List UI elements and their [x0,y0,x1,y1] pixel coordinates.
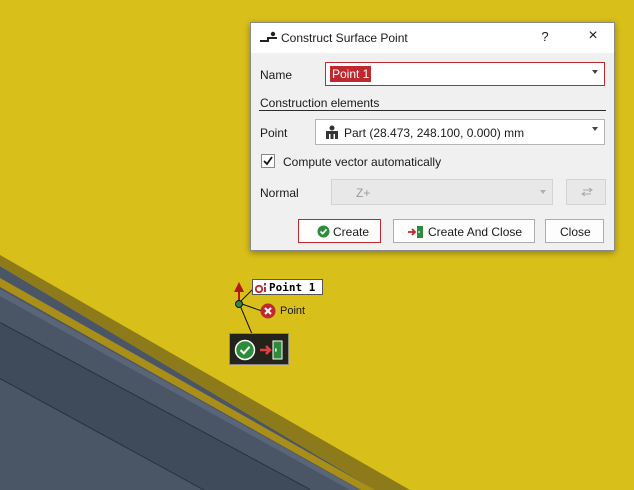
point-name-tag[interactable]: Point 1 [252,279,323,295]
name-field[interactable]: Point 1 [325,62,605,86]
part-icon [326,125,338,139]
close-button-label: Close [560,225,591,239]
close-button[interactable]: Close [545,219,604,243]
create-and-close-button[interactable]: Create And Close [393,219,535,243]
quick-action-toolbox [229,333,289,365]
normal-select: Z+ [331,179,553,205]
exit-icon[interactable] [259,339,285,361]
point-tag-icon [255,283,266,293]
point-label: Point [260,126,288,140]
compute-vector-label[interactable]: Compute vector automatically [283,155,441,169]
name-label: Name [260,68,293,82]
create-close-icon [408,226,423,238]
create-button[interactable]: Create [298,219,381,243]
help-button[interactable]: ? [535,29,555,47]
dialog-titlebar[interactable]: Construct Surface Point ? × [251,23,614,53]
create-check-icon [317,225,330,238]
normal-value: Z+ [356,186,371,200]
swap-icon [581,187,593,197]
point-construct-icon [260,31,277,42]
error-point-label: Point [280,305,306,317]
close-icon[interactable]: × [581,27,605,49]
point-value: Part (28.473, 248.100, 0.000) mm [344,126,525,140]
normal-label: Normal [260,186,299,200]
compute-vector-checkbox[interactable] [261,154,275,168]
dialog-title: Construct Surface Point [281,31,408,45]
construction-elements-heading: Construction elements [260,96,380,110]
error-icon [260,303,276,319]
section-divider [259,110,606,111]
create-button-label: Create [333,225,370,239]
swap-direction-button [566,179,606,205]
construct-surface-point-dialog: Construct Surface Point ? × Name Point 1… [250,22,615,251]
confirm-icon[interactable] [234,339,256,361]
chevron-down-icon [540,190,546,194]
point-select[interactable]: Part (28.473, 248.100, 0.000) mm [315,119,605,145]
name-value: Point 1 [330,66,372,82]
checkmark-icon [263,156,273,166]
point-tag-label: Point 1 [269,281,316,294]
chevron-down-icon[interactable] [592,127,598,131]
chevron-down-icon[interactable] [592,70,598,74]
create-and-close-label: Create And Close [428,225,523,239]
